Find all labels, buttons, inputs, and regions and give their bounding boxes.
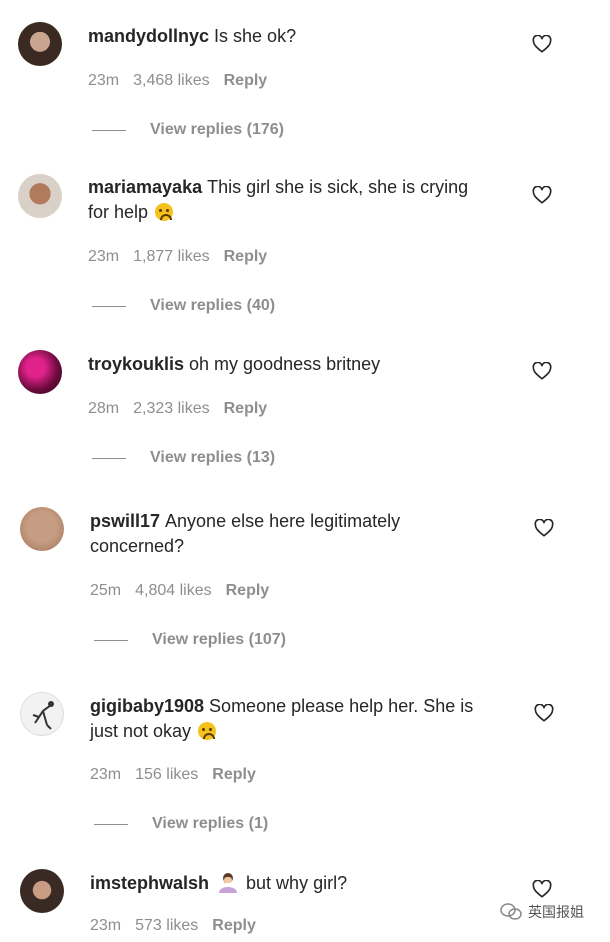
comment-meta: 25m 4,804 likes Reply (90, 582, 269, 600)
comment-meta: 23m 1,877 likes Reply (88, 248, 267, 266)
comment-body-line2: just not okay (90, 721, 192, 741)
heart-icon[interactable] (532, 362, 552, 380)
comment-time: 25m (90, 582, 122, 599)
comment-body-line2: concerned? (90, 536, 185, 556)
view-replies-label[interactable]: View replies (176) (150, 121, 284, 139)
comment-username[interactable]: mandydollnyc (88, 26, 209, 46)
replies-divider (92, 457, 126, 459)
heart-icon[interactable] (534, 704, 554, 722)
avatar[interactable] (20, 869, 64, 913)
avatar[interactable] (20, 507, 64, 551)
reply-button[interactable]: Reply (224, 72, 268, 90)
comment-body: Anyone else here legitimately (165, 511, 401, 531)
heart-icon[interactable] (532, 186, 552, 204)
view-replies-button[interactable]: View replies (1) (94, 815, 268, 833)
comment-username[interactable]: troykouklis (88, 354, 184, 374)
comment-time: 23m (90, 766, 122, 783)
comment-likes[interactable]: 4,804 likes (135, 582, 212, 600)
view-replies-label[interactable]: View replies (1) (152, 815, 268, 833)
view-replies-button[interactable]: View replies (13) (92, 449, 275, 467)
comment-username[interactable]: mariamayaka (88, 177, 202, 197)
comment-time: 23m (88, 72, 120, 89)
heart-icon[interactable] (532, 35, 552, 53)
crying-face-icon (198, 722, 217, 740)
replies-divider (92, 129, 126, 131)
reply-button[interactable]: Reply (212, 766, 256, 784)
comment-text: imstephwalsh but why girl? (90, 871, 510, 896)
replies-divider (92, 305, 126, 307)
watermark: 英国报姐 (500, 902, 584, 922)
sketch-figure-icon (32, 701, 54, 730)
comment-likes[interactable]: 156 likes (135, 766, 198, 784)
view-replies-button[interactable]: View replies (107) (94, 631, 286, 649)
reply-button[interactable]: Reply (226, 582, 270, 600)
view-replies-label[interactable]: View replies (107) (152, 631, 286, 649)
avatar[interactable] (20, 692, 64, 736)
comment-body: Is she ok? (214, 26, 297, 46)
comment-body: but why girl? (246, 873, 348, 893)
reply-button[interactable]: Reply (224, 400, 268, 418)
view-replies-label[interactable]: View replies (40) (150, 297, 275, 315)
view-replies-button[interactable]: View replies (176) (92, 121, 284, 139)
person-facepalm-icon (219, 873, 238, 893)
replies-divider (94, 639, 128, 641)
comment-time: 23m (88, 248, 120, 265)
comment-meta: 23m 3,468 likes Reply (88, 72, 267, 90)
comment-body: Someone please help her. She is (209, 696, 474, 716)
view-replies-label[interactable]: View replies (13) (150, 449, 275, 467)
view-replies-button[interactable]: View replies (40) (92, 297, 275, 315)
watermark-text: 英国报姐 (528, 904, 584, 920)
comment-text: troykouklis oh my goodness britney (88, 352, 508, 377)
comment-text: gigibaby1908 Someone please help her. She… (90, 694, 510, 744)
comment-time: 28m (88, 400, 120, 417)
comment-meta: 23m 573 likes Reply (90, 917, 256, 935)
comment-likes[interactable]: 3,468 likes (133, 72, 210, 90)
comment-meta: 28m 2,323 likes Reply (88, 400, 267, 418)
wechat-logo-icon (500, 903, 522, 920)
comment-body-line2: for help (88, 202, 149, 222)
heart-icon[interactable] (532, 880, 552, 898)
comment-meta: 23m 156 likes Reply (90, 766, 256, 784)
replies-divider (94, 823, 128, 825)
comment-text: pswill17 Anyone else here legitimately co… (90, 509, 510, 559)
comment-body: oh my goodness britney (189, 354, 381, 374)
avatar[interactable] (18, 350, 62, 394)
comment-likes[interactable]: 1,877 likes (133, 248, 210, 266)
reply-button[interactable]: Reply (212, 917, 256, 935)
avatar[interactable] (18, 22, 62, 66)
comment-text: mariamayaka This girl she is sick, she is… (88, 175, 508, 225)
avatar[interactable] (18, 174, 62, 218)
comment-text: mandydollnyc Is she ok? (88, 24, 508, 49)
heart-icon[interactable] (534, 519, 554, 537)
comment-time: 23m (90, 917, 122, 934)
comment-body: This girl she is sick, she is crying (207, 177, 469, 197)
comment-likes[interactable]: 2,323 likes (133, 400, 210, 418)
reply-button[interactable]: Reply (224, 248, 268, 266)
comment-likes[interactable]: 573 likes (135, 917, 198, 935)
comment-username[interactable]: imstephwalsh (90, 873, 209, 893)
comment-username[interactable]: gigibaby1908 (90, 696, 204, 716)
crying-face-icon (155, 203, 174, 221)
comment-username[interactable]: pswill17 (90, 511, 160, 531)
